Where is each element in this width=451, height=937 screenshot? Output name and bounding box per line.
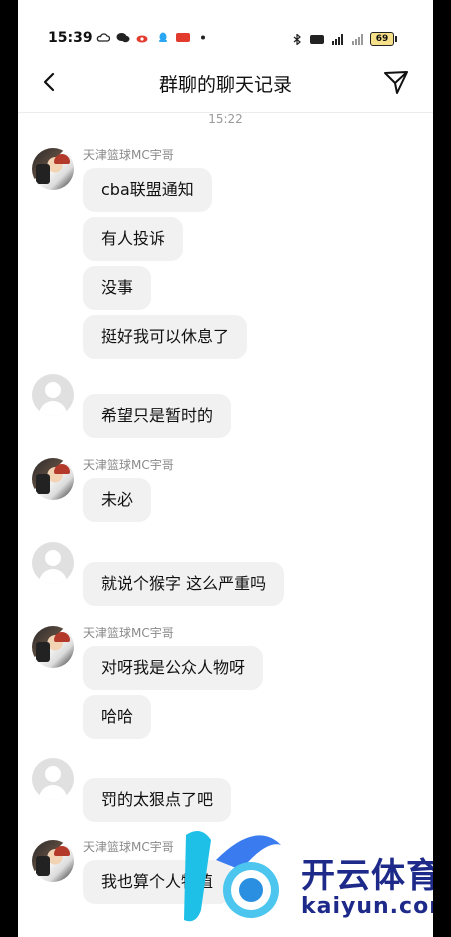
message-bubble[interactable]: 挺好我可以休息了 <box>83 315 248 359</box>
signal-4g-icon <box>332 33 343 45</box>
default-avatar-icon[interactable] <box>32 542 74 584</box>
dot-icon <box>201 35 205 40</box>
sender-name: 天津篮球MC宇哥 <box>83 626 174 640</box>
message-bubble[interactable]: 对呀我是公众人物呀 <box>83 646 264 690</box>
qq-icon <box>159 32 167 42</box>
watermark: 开云体育 kaiyun.com <box>166 820 433 932</box>
message-bubble[interactable]: 未必 <box>83 478 152 522</box>
default-avatar-icon[interactable] <box>32 374 74 416</box>
nav-bar: 群聊的聊天记录 <box>18 52 433 113</box>
message-bubble[interactable]: 希望只是暂时的 <box>83 394 232 438</box>
system-icons: 69 <box>290 32 397 46</box>
phone-screen: 15:39 69 群聊的聊天记录 15:22 天津篮球MC宇哥 cba联盟通知 有人 <box>18 0 433 937</box>
notification-icons <box>96 32 210 43</box>
bluetooth-icon <box>293 33 301 45</box>
kaiyun-logo-icon <box>184 831 281 922</box>
sender-name: 天津篮球MC宇哥 <box>83 840 174 854</box>
status-time: 15:39 <box>48 30 93 46</box>
sender-avatar[interactable] <box>32 458 74 500</box>
message-bubble[interactable]: 就说个猴字 这么严重吗 <box>83 562 285 606</box>
send-icon[interactable] <box>382 68 410 96</box>
sender-avatar[interactable] <box>32 148 74 190</box>
message-bubble[interactable]: 罚的太狠点了吧 <box>83 778 232 822</box>
news-app-icon <box>176 33 190 42</box>
sender-avatar[interactable] <box>32 840 74 882</box>
message-bubble[interactable]: cba联盟通知 <box>83 168 212 212</box>
message-bubble[interactable]: 有人投诉 <box>83 217 184 261</box>
sender-name: 天津篮球MC宇哥 <box>83 148 174 162</box>
sender-name: 天津篮球MC宇哥 <box>83 458 174 472</box>
status-bar: 15:39 69 <box>18 0 433 46</box>
watermark-brand-en: kaiyun.com <box>301 894 433 919</box>
battery-icon: 69 <box>370 32 397 46</box>
chat-timestamp: 15:22 <box>208 112 243 126</box>
chat-history[interactable]: 15:22 天津篮球MC宇哥 cba联盟通知 有人投诉没事挺好我可以休息了 希望只是暂… <box>18 112 433 937</box>
cloud-icon <box>96 33 110 42</box>
watermark-brand-cn: 开云体育 <box>301 856 433 896</box>
message-bubble[interactable]: 哈哈 <box>83 695 152 739</box>
page-title: 群聊的聊天记录 <box>158 74 292 96</box>
default-avatar-icon[interactable] <box>32 758 74 800</box>
hd-icon <box>310 34 324 44</box>
wechat-icon <box>116 33 130 43</box>
signal-secondary-icon <box>352 33 363 45</box>
sender-avatar[interactable] <box>32 626 74 668</box>
message-bubble[interactable]: 没事 <box>83 266 152 310</box>
weibo-icon <box>136 35 148 43</box>
